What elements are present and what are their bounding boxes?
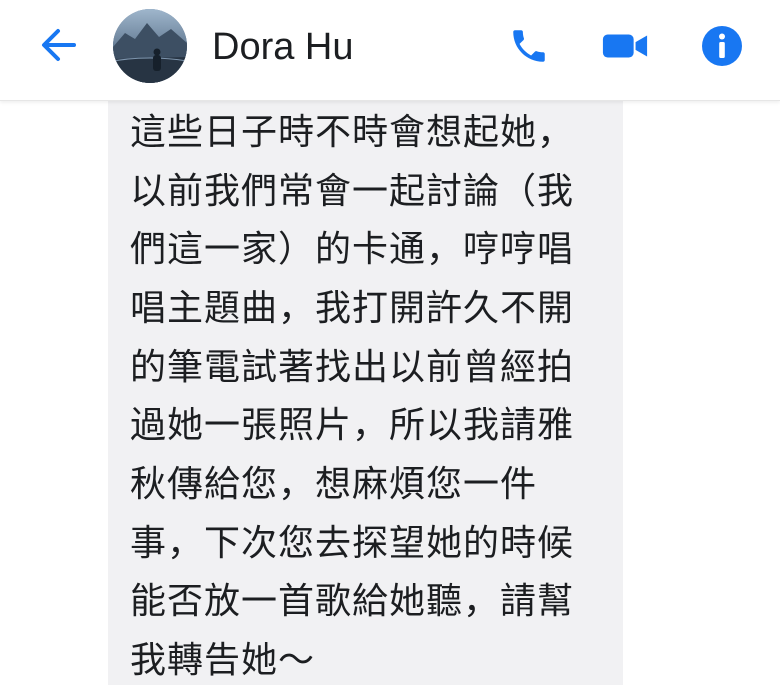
contact-name[interactable]: Dora Hu	[212, 24, 354, 70]
chat-header: Dora Hu	[0, 0, 780, 101]
message-line: 的筆電試著找出以前曾經拍	[130, 347, 575, 388]
messenger-chat-screen: Dora Hu 這些日子時不時會想起她， 以前我們常會一起討論（我 們這一家）的…	[0, 0, 780, 685]
video-call-button[interactable]	[601, 22, 649, 70]
message-line: 這些日子時不時會想起她，	[130, 112, 575, 153]
message-line: 過她一張照片，所以我請雅	[130, 405, 575, 446]
info-icon	[702, 26, 742, 66]
avatar-photo	[113, 9, 187, 83]
conversation-info-button[interactable]	[698, 22, 746, 70]
message-line: 們這一家）的卡通，哼哼唱	[130, 229, 575, 270]
phone-icon	[513, 30, 545, 62]
message-line: 唱主題曲，我打開許久不開	[130, 288, 575, 329]
avatar[interactable]	[113, 9, 187, 83]
message-line: 我轉告她～	[130, 640, 316, 681]
message-line: 以前我們常會一起討論（我	[130, 171, 575, 212]
voice-call-button[interactable]	[505, 22, 553, 70]
message-line: 秋傳給您，想麻煩您一件	[130, 464, 538, 505]
message-line: 事，下次您去探望她的時候	[130, 523, 575, 564]
video-camera-icon	[602, 34, 648, 58]
back-arrow-icon	[42, 29, 76, 61]
back-button[interactable]	[30, 22, 86, 68]
message-line: 能否放一首歌給她聽，請幫	[130, 581, 575, 622]
